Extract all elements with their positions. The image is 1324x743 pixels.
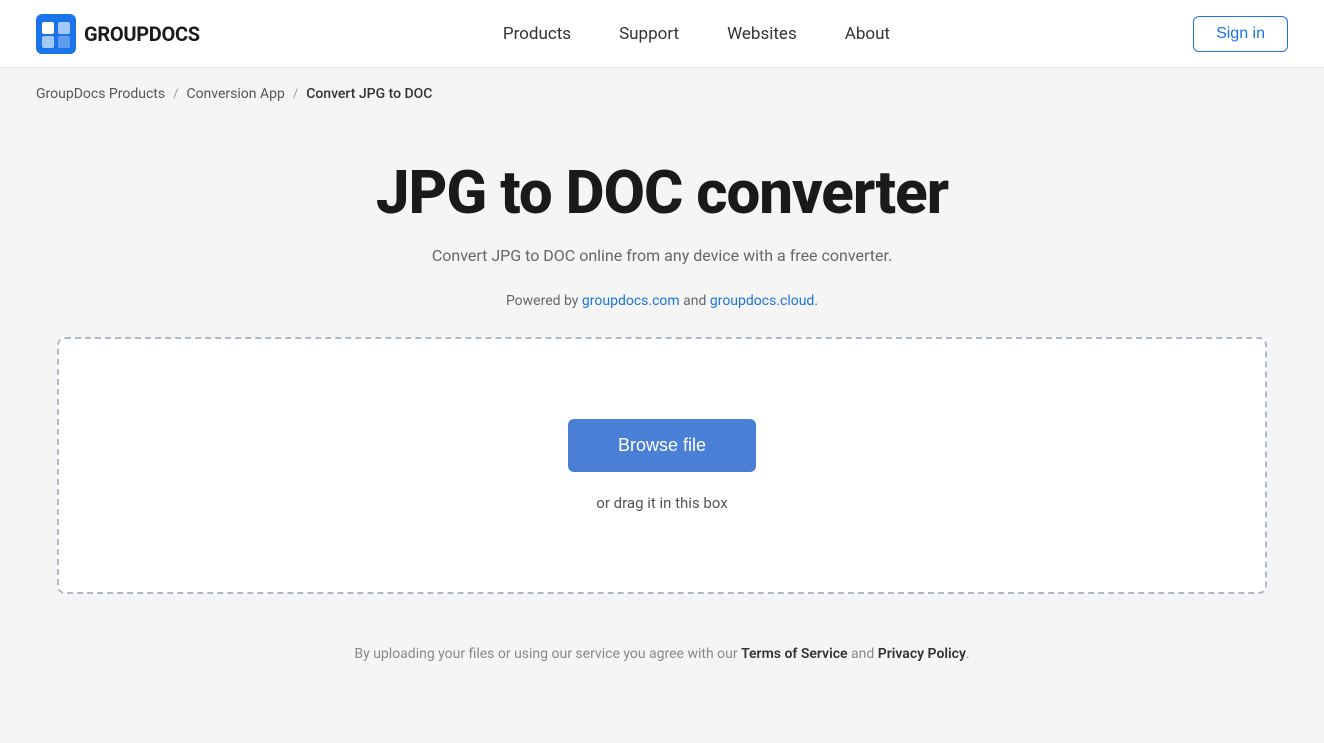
- groupdocs-logo-icon: [36, 14, 76, 54]
- powered-by-prefix: Powered by: [506, 293, 582, 309]
- main-content: JPG to DOC converter Convert JPG to DOC …: [0, 120, 1324, 626]
- nav-support[interactable]: Support: [619, 24, 679, 44]
- browse-file-button[interactable]: Browse file: [568, 419, 756, 472]
- nav-about[interactable]: About: [845, 24, 890, 44]
- groupdocs-cloud-link[interactable]: groupdocs.cloud: [710, 293, 815, 309]
- main-nav: Products Support Websites About: [503, 24, 890, 44]
- breadcrumb-conversion-app[interactable]: Conversion App: [186, 86, 284, 102]
- logo-text: GROUPDOCS: [84, 22, 200, 46]
- privacy-link[interactable]: Privacy Policy: [878, 646, 966, 662]
- powered-by: Powered by groupdocs.com and groupdocs.c…: [506, 293, 818, 309]
- breadcrumb-separator-2: /: [293, 87, 298, 102]
- breadcrumb: GroupDocs Products / Conversion App / Co…: [0, 68, 1324, 120]
- breadcrumb-groupdocs-products[interactable]: GroupDocs Products: [36, 86, 165, 102]
- header-right: Sign in: [1193, 16, 1288, 52]
- page-subtitle: Convert JPG to DOC online from any devic…: [432, 246, 892, 265]
- breadcrumb-separator-1: /: [173, 87, 178, 102]
- footer-note-prefix: By uploading your files or using our ser…: [354, 646, 741, 662]
- drop-zone[interactable]: Browse file or drag it in this box: [57, 337, 1267, 594]
- nav-products[interactable]: Products: [503, 24, 571, 44]
- powered-by-suffix: .: [814, 293, 818, 309]
- footer-note: By uploading your files or using our ser…: [0, 626, 1324, 692]
- tos-link[interactable]: Terms of Service: [741, 646, 847, 662]
- nav-websites[interactable]: Websites: [727, 24, 797, 44]
- page-title: JPG to DOC converter: [376, 160, 948, 226]
- breadcrumb-current: Convert JPG to DOC: [306, 86, 432, 102]
- sign-in-button[interactable]: Sign in: [1193, 16, 1288, 52]
- footer-note-suffix: .: [966, 646, 970, 662]
- drag-text: or drag it in this box: [596, 494, 727, 512]
- powered-by-and: and: [680, 293, 710, 309]
- logo[interactable]: GROUPDOCS: [36, 14, 200, 54]
- footer-note-and: and: [848, 646, 878, 662]
- groupdocs-com-link[interactable]: groupdocs.com: [582, 293, 680, 309]
